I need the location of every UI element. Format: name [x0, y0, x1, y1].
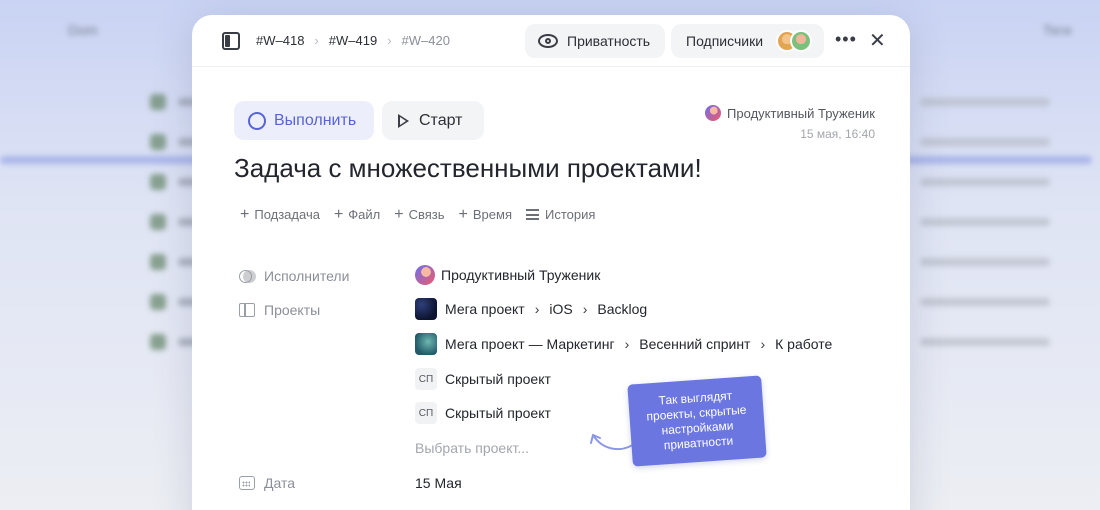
sidebar-toggle-icon[interactable] [222, 32, 240, 50]
complete-button[interactable]: Выполнить [234, 101, 374, 140]
start-label: Старт [419, 111, 463, 129]
assignee-name: Продуктивный Труженик [441, 267, 601, 283]
people-icon [239, 269, 256, 283]
task-title[interactable]: Задача с множественными проектами! [234, 153, 702, 184]
created-date: 15 мая, 16:40 [800, 127, 875, 141]
avatar [415, 265, 435, 285]
chevron-right-icon: › [314, 33, 319, 48]
background-column-left: Dom [68, 22, 98, 38]
calendar-icon [239, 476, 255, 490]
date-value[interactable]: 15 Мая [415, 475, 462, 491]
chevron-right-icon: › [534, 301, 540, 317]
chevron-right-icon: › [582, 301, 588, 317]
project-section: iOS [549, 301, 573, 317]
chevron-right-icon: › [760, 336, 766, 352]
breadcrumb-item-current: #W–420 [401, 33, 450, 48]
choose-project-input[interactable]: Выбрать проект... [415, 440, 529, 456]
avatar [705, 105, 722, 121]
play-icon [398, 113, 409, 128]
task-modal: #W–418 › #W–419 › #W–420 Приватность Под… [192, 15, 910, 510]
date-label: Дата [239, 475, 295, 491]
project-image [415, 333, 437, 355]
list-icon [525, 209, 539, 220]
eye-icon [538, 34, 558, 48]
project-column: Backlog [597, 301, 648, 317]
task-author: Продуктивный Труженик 15 мая, 16:40 [705, 105, 875, 141]
add-time-button[interactable]: + Время [458, 206, 512, 223]
hidden-project[interactable]: СП Скрытый проект [415, 402, 551, 424]
subscribers-label: Подписчики [686, 33, 764, 49]
hidden-project[interactable]: СП Скрытый проект [415, 368, 551, 390]
background-column-right: Теги [1043, 22, 1072, 38]
assignee[interactable]: Продуктивный Труженик [415, 265, 600, 285]
project-path[interactable]: Мега проект — Маркетинг › Весенний сприн… [415, 333, 832, 355]
project-column: К работе [775, 336, 833, 352]
complete-label: Выполнить [274, 111, 357, 129]
modal-topbar: #W–418 › #W–419 › #W–420 Приватность Под… [192, 15, 910, 67]
task-actions: + Подзадача + Файл + Связь + Время История [240, 206, 595, 223]
hidden-project-name: Скрытый проект [445, 371, 551, 387]
project-name: Мега проект [445, 301, 525, 317]
add-link-button[interactable]: + Связь [394, 206, 444, 223]
project-section: Весенний спринт [639, 336, 751, 352]
project-icon [239, 303, 255, 317]
project-name: Мега проект — Маркетинг [445, 336, 615, 352]
history-button[interactable]: История [525, 207, 595, 222]
avatar [790, 30, 812, 52]
plus-icon: + [333, 206, 344, 223]
plus-icon: + [240, 206, 250, 223]
author-name: Продуктивный Труженик [727, 105, 875, 121]
close-icon[interactable]: ✕ [869, 28, 886, 53]
plus-icon: + [394, 206, 404, 223]
privacy-label: Приватность [567, 33, 651, 49]
circle-icon [248, 111, 266, 130]
plus-icon: + [458, 206, 468, 223]
more-icon[interactable]: ••• [835, 29, 857, 50]
add-subtask-button[interactable]: + Подзадача [240, 206, 320, 223]
project-image [415, 298, 437, 320]
add-file-button[interactable]: + Файл [333, 206, 380, 223]
chevron-right-icon: › [624, 336, 630, 352]
start-button[interactable]: Старт [382, 101, 484, 140]
project-abbr: СП [415, 402, 437, 424]
annotation-tooltip: Так выглядят проекты, скрытые настройкам… [627, 375, 767, 467]
chevron-right-icon: › [387, 33, 392, 48]
project-abbr: СП [415, 368, 437, 390]
breadcrumb-item[interactable]: #W–419 [329, 33, 377, 48]
hidden-project-name: Скрытый проект [445, 405, 551, 421]
project-path[interactable]: Мега проект › iOS › Backlog [415, 298, 647, 320]
assignees-label: Исполнители [239, 268, 349, 284]
breadcrumb: #W–418 › #W–419 › #W–420 [256, 33, 450, 48]
projects-label: Проекты [239, 302, 320, 318]
privacy-button[interactable]: Приватность [525, 24, 665, 58]
breadcrumb-item[interactable]: #W–418 [256, 33, 304, 48]
subscribers-button[interactable]: Подписчики [671, 24, 824, 58]
